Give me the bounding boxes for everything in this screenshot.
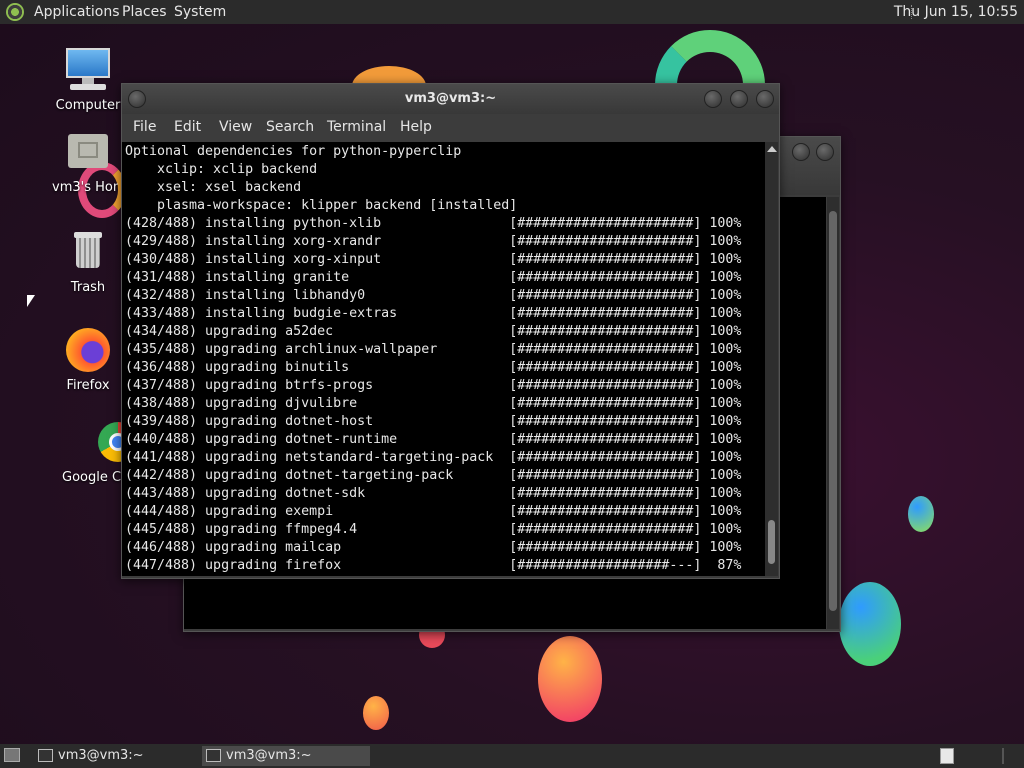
menu-help[interactable]: Help [400, 119, 432, 135]
terminal-line: (429/488) installing xorg-xrandr [######… [125, 234, 742, 249]
workspace-switcher-icon[interactable] [940, 748, 954, 764]
top-panel: Applications Places System Thu Jun 15, 1… [0, 0, 1024, 24]
firefox-icon [64, 326, 112, 374]
terminal-line: (433/488) installing budgie-extras [####… [125, 306, 742, 321]
terminal-line: (436/488) upgrading binutils [##########… [125, 360, 742, 375]
terminal-line: (443/488) upgrading dotnet-sdk [########… [125, 486, 742, 501]
terminal-line: (435/488) upgrading archlinux-wallpaper … [125, 342, 742, 357]
terminal-window[interactable]: vm3@vm3:~ File Edit View Search Terminal… [121, 83, 780, 579]
desktop-icon-label: Firefox [66, 378, 110, 393]
terminal-line: (430/488) installing xorg-xinput [######… [125, 252, 742, 267]
taskbar-item-label: vm3@vm3:~ [58, 748, 144, 763]
applications-menu[interactable]: Applications [34, 4, 120, 20]
terminal-line: (439/488) upgrading dotnet-host [#######… [125, 414, 742, 429]
show-desktop-icon[interactable] [4, 748, 20, 762]
menu-terminal[interactable]: Terminal [327, 119, 386, 135]
clock[interactable]: Thu Jun 15, 10:55 [894, 4, 1018, 20]
terminal-line: (445/488) upgrading ffmpeg4.4 [#########… [125, 522, 742, 537]
places-menu[interactable]: Places [122, 4, 167, 20]
desktop-icon-label: vm3's Home [52, 180, 118, 195]
menu-edit[interactable]: Edit [174, 119, 201, 135]
terminal-line: (428/488) installing python-xlib [######… [125, 216, 742, 231]
scrollbar-thumb[interactable] [768, 520, 775, 564]
terminal-line: (442/488) upgrading dotnet-targeting-pac… [125, 468, 742, 483]
terminal-line: xclip: xclip backend [125, 162, 318, 177]
close-button[interactable] [756, 90, 774, 108]
terminal-line: (432/488) installing libhandy0 [########… [125, 288, 742, 303]
desktop-icon-label: Computer [55, 98, 121, 113]
wallpaper-blob-orange [538, 636, 602, 722]
menu-search[interactable]: Search [266, 119, 314, 135]
distro-logo-icon[interactable] [6, 3, 24, 21]
desktop-icon-chrome[interactable]: Google Chrome [52, 418, 138, 485]
home-folder-icon [64, 128, 112, 176]
desktop-icon-label: Trash [70, 280, 106, 295]
maximize-button[interactable] [730, 90, 748, 108]
computer-icon [64, 46, 112, 94]
taskbar-item-label: vm3@vm3:~ [226, 748, 312, 763]
taskbar-item-active[interactable]: vm3@vm3:~ [202, 746, 370, 766]
wallpaper-blob-small-blue [908, 496, 934, 532]
terminal-line: (444/488) upgrading exempi [############… [125, 504, 742, 519]
scroll-up-arrow-icon[interactable] [767, 146, 777, 152]
terminal-scrollbar[interactable] [765, 142, 778, 576]
chrome-icon [64, 418, 138, 466]
wallpaper-blob-blue-green [839, 582, 901, 666]
desktop-icon-label: Google Chrome [62, 470, 128, 485]
terminal-line: (431/488) installing granite [##########… [125, 270, 742, 285]
terminal-line: xsel: xsel backend [125, 180, 302, 195]
background-terminal-scrollbar[interactable] [827, 197, 839, 629]
minimize-button[interactable] [704, 90, 722, 108]
desktop-icon-trash[interactable]: Trash [52, 228, 124, 295]
menu-file[interactable]: File [133, 119, 156, 135]
terminal-line: (441/488) upgrading netstandard-targetin… [125, 450, 742, 465]
terminal-line: plasma-workspace: klipper backend [insta… [125, 198, 518, 213]
trash-icon [64, 228, 112, 276]
menu-view[interactable]: View [219, 119, 252, 135]
terminal-line: Optional dependencies for python-pypercl… [125, 144, 462, 159]
system-menu[interactable]: System [174, 4, 226, 20]
terminal-line: (434/488) upgrading a52dec [############… [125, 324, 742, 339]
mouse-cursor-icon [27, 295, 35, 307]
terminal-line: (447/488) upgrading firefox [###########… [125, 558, 742, 573]
minimize-button[interactable] [792, 143, 810, 161]
terminal-line: (437/488) upgrading btrfs-progs [#######… [125, 378, 742, 393]
bottom-panel: vm3@vm3:~ vm3@vm3:~ [0, 744, 1024, 768]
terminal-icon [206, 749, 221, 762]
window-titlebar[interactable]: vm3@vm3:~ [122, 84, 779, 114]
maximize-button[interactable] [816, 143, 834, 161]
desktop-icon-home[interactable]: vm3's Home [52, 128, 124, 195]
panel-separator [1002, 748, 1004, 764]
terminal-line: (440/488) upgrading dotnet-runtime [####… [125, 432, 742, 447]
terminal-output[interactable]: Optional dependencies for python-pypercl… [122, 142, 765, 576]
window-title: vm3@vm3:~ [404, 91, 497, 106]
desktop-icon-firefox[interactable]: Firefox [52, 326, 124, 393]
terminal-menubar: File Edit View Search Terminal Help [122, 114, 779, 140]
taskbar-item[interactable]: vm3@vm3:~ [34, 746, 198, 766]
desktop-icon-computer[interactable]: Computer [52, 46, 124, 113]
wallpaper-blob-small-orange [363, 696, 389, 730]
terminal-line: (446/488) upgrading mailcap [###########… [125, 540, 742, 555]
terminal-line: (438/488) upgrading djvulibre [#########… [125, 396, 742, 411]
scrollbar-thumb[interactable] [829, 211, 837, 611]
terminal-icon [38, 749, 53, 762]
